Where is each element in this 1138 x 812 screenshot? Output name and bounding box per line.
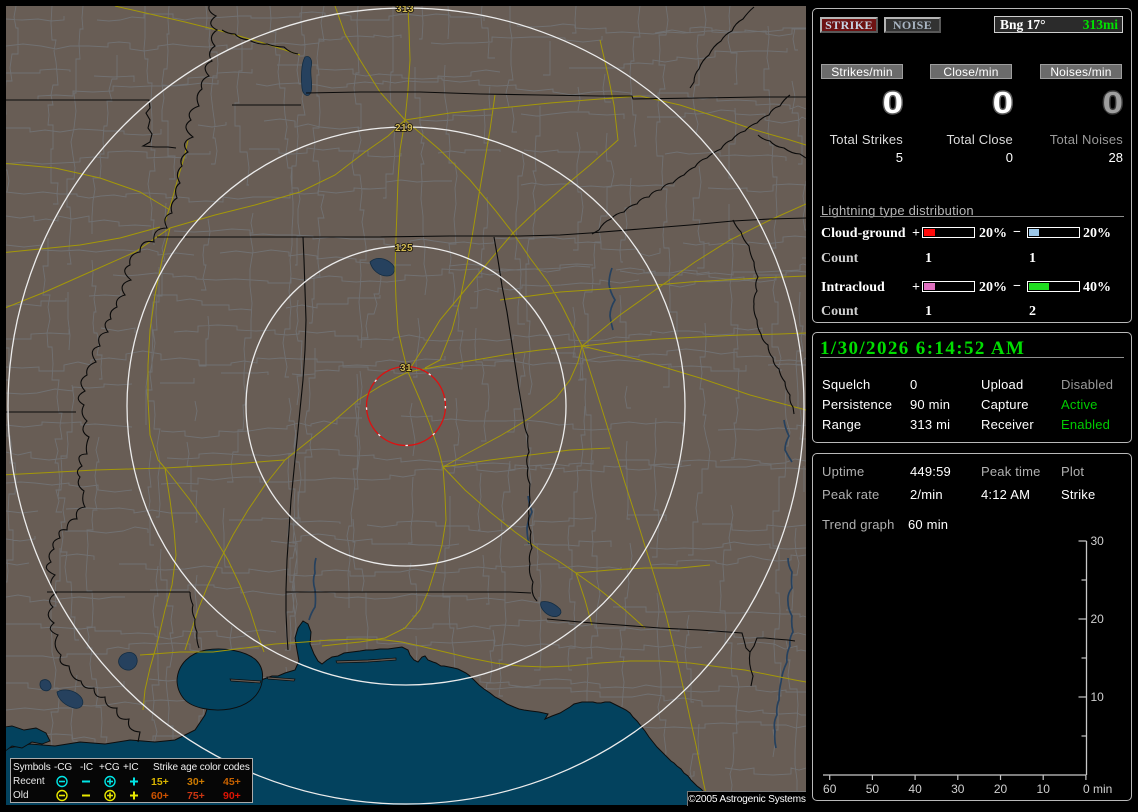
- svg-text:10: 10: [1091, 690, 1105, 704]
- svg-text:30: 30: [951, 782, 965, 796]
- svg-text:20: 20: [1091, 612, 1105, 626]
- svg-text:50: 50: [866, 782, 880, 796]
- svg-text:30: 30: [1091, 534, 1105, 548]
- svg-text:31: 31: [400, 363, 412, 374]
- svg-text:10: 10: [1037, 782, 1051, 796]
- svg-text:219: 219: [395, 123, 413, 134]
- svg-text:313: 313: [396, 6, 414, 15]
- svg-text:20: 20: [994, 782, 1008, 796]
- svg-text:125: 125: [395, 243, 413, 254]
- svg-text:60: 60: [823, 782, 837, 796]
- svg-text:40: 40: [908, 782, 922, 796]
- svg-text:0 min: 0 min: [1083, 782, 1112, 796]
